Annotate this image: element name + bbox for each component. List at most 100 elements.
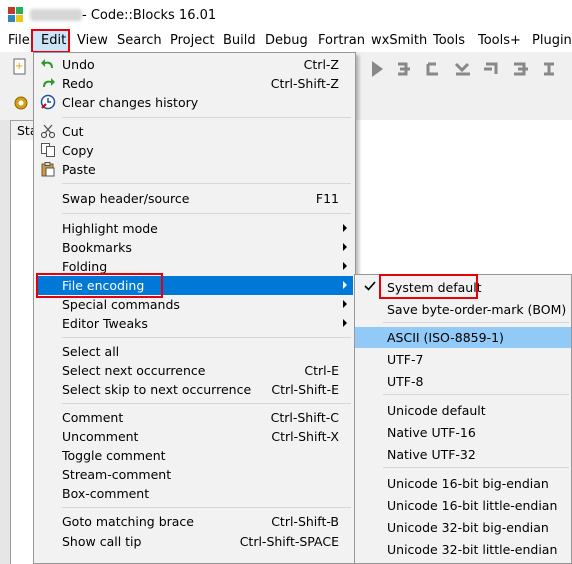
edit-menu-item-cut[interactable]: Cut: [34, 122, 355, 141]
edit-menu-item-bookmarks[interactable]: Bookmarks: [34, 238, 355, 257]
redo-icon: [40, 75, 56, 91]
new-file-icon[interactable]: +: [12, 58, 28, 75]
encoding-item-unicode-32-bit-little-endian[interactable]: Unicode 32-bit little-endian: [355, 539, 571, 560]
menu-item-label: Swap header/source: [62, 191, 190, 206]
edit-menu-item-highlight-mode[interactable]: Highlight mode: [34, 219, 355, 238]
menu-item-label: File encoding: [62, 278, 145, 293]
menu-fortran[interactable]: Fortran: [318, 33, 365, 48]
menu-separator: [62, 183, 351, 184]
edit-menu-item-select-next-occurrence[interactable]: Select next occurrence Ctrl-E: [34, 361, 355, 380]
menu-view[interactable]: View: [77, 33, 108, 48]
menu-item-label: Uncomment: [62, 429, 139, 444]
menu-item-shortcut: Ctrl-E: [304, 363, 339, 378]
edit-menu-item-toggle-comment[interactable]: Toggle comment: [34, 446, 355, 465]
menu-item-label: Show call tip: [62, 534, 142, 549]
menu-item-shortcut: Ctrl-Shift-X: [271, 429, 339, 444]
edit-menu-item-special-commands[interactable]: Special commands: [34, 295, 355, 314]
menu-file[interactable]: File: [8, 33, 30, 48]
menu-wxsmith[interactable]: wxSmith: [371, 33, 427, 48]
edit-menu-item-box-comment[interactable]: Box-comment: [34, 484, 355, 503]
menu-separator: [383, 467, 569, 468]
menu-plugins[interactable]: Plugins: [532, 33, 572, 48]
menu-search[interactable]: Search: [117, 33, 162, 48]
menu-item-label: Undo: [62, 57, 95, 72]
edit-menu-item-clear-changes-history[interactable]: Clear changes history: [34, 93, 355, 112]
menu-build[interactable]: Build: [223, 33, 256, 48]
submenu-arrow-icon: [343, 224, 347, 232]
edit-menu-item-select-all[interactable]: Select all: [34, 342, 355, 361]
management-panel: [0, 120, 11, 564]
menu-item-label: Clear changes history: [62, 95, 199, 110]
menu-item-label: Select skip to next occurrence: [62, 382, 252, 397]
menu-item-shortcut: Ctrl-Shift-Z: [270, 76, 339, 91]
edit-menu-item-goto-matching-brace[interactable]: Goto matching brace Ctrl-Shift-B: [34, 512, 355, 531]
menu-separator: [62, 403, 351, 404]
encoding-item-unicode-32-bit-big-endian[interactable]: Unicode 32-bit big-endian: [355, 517, 571, 538]
encoding-item-unicode-16-bit-little-endian[interactable]: Unicode 16-bit little-endian: [355, 495, 571, 516]
cut-icon: [40, 123, 56, 139]
edit-menu-item-redo[interactable]: Redo Ctrl-Shift-Z: [34, 74, 355, 93]
menu-item-label: Folding: [62, 259, 108, 274]
menu-project[interactable]: Project: [170, 33, 214, 48]
edit-menu-item-comment[interactable]: Comment Ctrl-Shift-C: [34, 408, 355, 427]
paste-icon: [40, 161, 56, 177]
submenu-arrow-icon: [343, 300, 347, 308]
edit-menu-item-stream-comment[interactable]: Stream-comment: [34, 465, 355, 484]
menu-item-label: Goto matching brace: [62, 514, 194, 529]
encoding-item-ascii-iso-8859-1[interactable]: ASCII (ISO-8859-1): [355, 327, 571, 348]
menu-separator: [383, 322, 569, 323]
menu-tools-plus[interactable]: Tools+: [478, 33, 521, 48]
menu-item-shortcut: Ctrl-Shift-C: [270, 410, 339, 425]
codeblocks-logo-icon: [8, 7, 24, 23]
menu-item-label: System default: [387, 280, 482, 295]
submenu-arrow-icon: [343, 281, 347, 289]
encoding-item-native-utf-32[interactable]: Native UTF-32: [355, 444, 571, 465]
settings-gear-icon[interactable]: [12, 94, 28, 110]
submenu-arrow-icon: [343, 262, 347, 270]
edit-menu-item-folding[interactable]: Folding: [34, 257, 355, 276]
menu-edit[interactable]: Edit: [41, 33, 66, 48]
submenu-arrow-icon: [343, 243, 347, 251]
encoding-item-unicode-default[interactable]: Unicode default: [355, 400, 571, 421]
menu-item-label: Select next occurrence: [62, 363, 206, 378]
menu-item-shortcut: Ctrl-Shift-SPACE: [239, 534, 339, 549]
edit-menu-item-swap-header-source[interactable]: Swap header/source F11: [34, 189, 355, 208]
menu-item-label: Stream-comment: [62, 467, 172, 482]
menu-item-label: Save byte-order-mark (BOM): [387, 302, 567, 317]
menu-debug[interactable]: Debug: [265, 33, 308, 48]
edit-menu-item-paste[interactable]: Paste: [34, 160, 355, 179]
menu-item-shortcut: Ctrl-Shift-B: [271, 514, 339, 529]
encoding-item-save-byte-order-mark-bom[interactable]: Save byte-order-mark (BOM): [355, 299, 571, 320]
edit-menu-item-show-call-tip[interactable]: Show call tip Ctrl-Shift-SPACE: [34, 532, 355, 551]
debug-step-icons[interactable]: [368, 58, 572, 80]
edit-menu-item-select-skip-to-next-occurrence[interactable]: Select skip to next occurrence Ctrl-Shift…: [34, 380, 355, 399]
encoding-item-unicode-16-bit-big-endian[interactable]: Unicode 16-bit big-endian: [355, 473, 571, 494]
edit-menu-item-undo[interactable]: Undo Ctrl-Z: [34, 55, 355, 74]
file-encoding-submenu: System default Save byte-order-mark (BOM)…: [354, 274, 572, 564]
menu-item-label: Unicode default: [387, 403, 486, 418]
encoding-item-utf-7[interactable]: UTF-7: [355, 349, 571, 370]
menu-tools[interactable]: Tools: [433, 33, 465, 48]
encoding-item-system-default[interactable]: System default: [355, 277, 571, 298]
encoding-item-native-utf-16[interactable]: Native UTF-16: [355, 422, 571, 443]
menu-item-shortcut: Ctrl-Z: [303, 57, 339, 72]
menu-item-label: Box-comment: [62, 486, 150, 501]
clear-history-icon: [40, 94, 56, 110]
encoding-item-utf-8[interactable]: UTF-8: [355, 371, 571, 392]
menu-separator: [383, 394, 569, 395]
menu-item-label: Comment: [62, 410, 124, 425]
menu-separator: [62, 213, 351, 214]
menu-item-label: UTF-8: [387, 374, 424, 389]
menu-bar: File View Search Project Build Debug For…: [0, 30, 572, 52]
undo-icon: [40, 56, 56, 72]
edit-menu-item-uncomment[interactable]: Uncomment Ctrl-Shift-X: [34, 427, 355, 446]
menu-item-label: Native UTF-16: [387, 425, 476, 440]
edit-menu-item-editor-tweaks[interactable]: Editor Tweaks: [34, 314, 355, 333]
edit-menu-item-file-encoding[interactable]: File encoding: [36, 276, 353, 295]
edit-menu-item-copy[interactable]: Copy: [34, 141, 355, 160]
menu-item-label: Unicode 16-bit little-endian: [387, 498, 558, 513]
menu-edit-highlight[interactable]: Edit: [31, 29, 70, 53]
menu-item-label: Unicode 16-bit big-endian: [387, 476, 549, 491]
menu-item-label: Editor Tweaks: [62, 316, 148, 331]
menu-separator: [62, 337, 351, 338]
